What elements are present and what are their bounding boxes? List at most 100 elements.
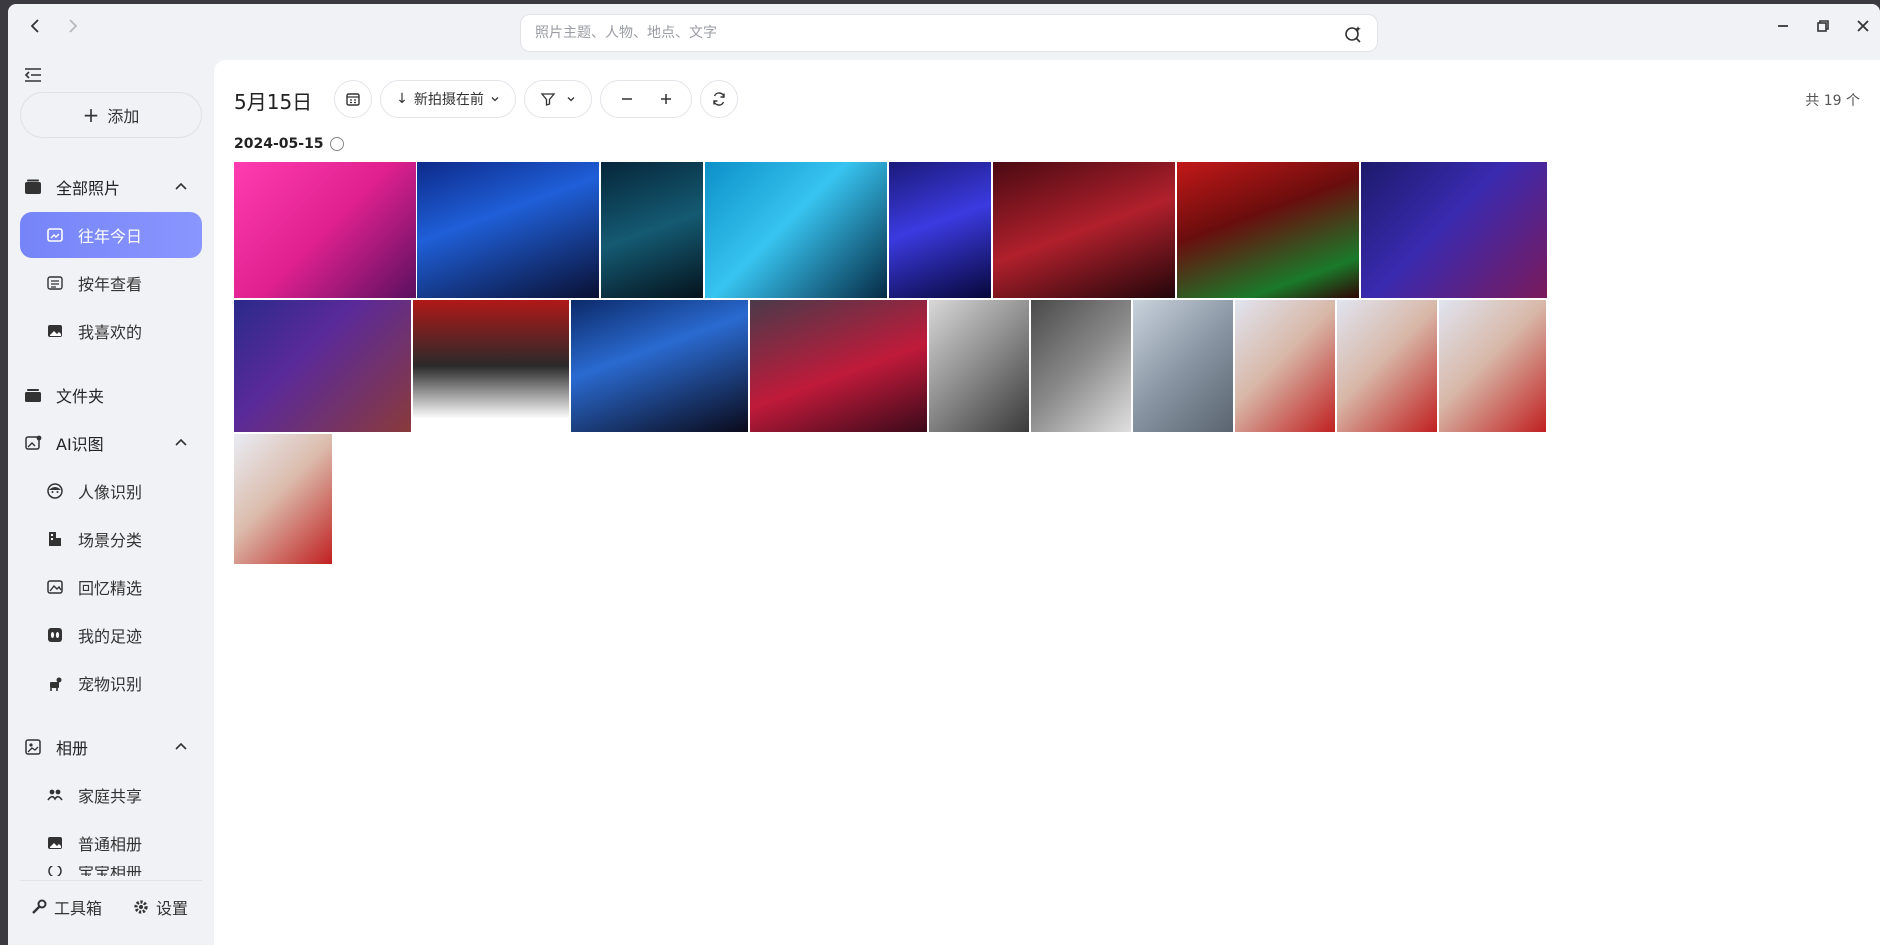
photo-thumbnail-concert-purple-singer[interactable] [889, 162, 991, 298]
chevron-right-icon [69, 19, 78, 33]
photo-thumbnail-led-birthday-sign[interactable] [1361, 162, 1547, 298]
zoom-in-icon[interactable] [658, 91, 674, 107]
photo-thumbnail-dinner-plates[interactable] [929, 300, 1029, 432]
restore-icon [1817, 20, 1829, 32]
sidebar-bottom-tools: 工具箱 设置 [8, 882, 214, 932]
sidebar-group-all-photos[interactable]: 全部照片 [22, 164, 204, 210]
memories-label: 回忆精选 [78, 579, 143, 598]
zoom-control [600, 80, 692, 118]
sidebar-item-on-this-day[interactable]: 往年今日 [20, 212, 202, 258]
photo-thumbnail-concert-pink-stage[interactable] [234, 162, 416, 298]
image-icon [44, 832, 66, 854]
photo-thumbnail-concert-red-banner[interactable] [1177, 162, 1359, 298]
calendar-photo-icon [44, 224, 66, 246]
sidebar-divider [20, 880, 202, 881]
chevron-up-icon [175, 182, 187, 190]
albums-group-label: 相册 [56, 739, 89, 758]
on-this-day-label: 往年今日 [78, 227, 143, 246]
wrench-icon [32, 899, 47, 914]
pets-label: 宠物识别 [78, 675, 143, 694]
filter-icon [540, 93, 556, 106]
close-icon [1857, 20, 1869, 32]
photo-thumbnail-concert-red-lights[interactable] [993, 162, 1175, 298]
photo-thumbnail-child-laughing-2[interactable] [1337, 300, 1437, 432]
sidebar-collapse-icon[interactable] [22, 64, 44, 86]
photo-thumbnail-child-laughing-3[interactable] [1439, 300, 1546, 432]
forward-button[interactable] [58, 12, 86, 40]
ai-image-icon [22, 432, 44, 454]
title-bar: 照片主题、人物、地点、文字 [8, 4, 1880, 60]
filter-dropdown[interactable] [524, 80, 592, 118]
sort-dropdown[interactable]: ↓ 新拍摄在前 [380, 80, 516, 118]
photo-thumbnail-concert-cyan-singer[interactable] [705, 162, 887, 298]
toolbox-label: 工具箱 [54, 899, 103, 918]
toolbox-button[interactable]: 工具箱 [30, 895, 102, 919]
chevron-down-icon [491, 97, 499, 102]
zoom-out-icon[interactable] [619, 91, 635, 107]
face-label: 人像识别 [78, 483, 143, 502]
select-day-checkbox[interactable] [329, 137, 344, 151]
photo-thumbnail-concert-blue-duo[interactable] [417, 162, 599, 298]
photo-thumbnail-concert-blue-beams[interactable] [571, 300, 748, 432]
smart-search-icon[interactable] [1343, 24, 1363, 44]
people-icon [44, 784, 66, 806]
chevron-up-icon [175, 742, 187, 750]
sidebar-item-face[interactable]: 人像识别 [20, 468, 202, 514]
photo-thumbnail-led-birthday-doll[interactable] [234, 300, 411, 432]
refresh-button[interactable] [700, 80, 738, 118]
image-heart-icon [44, 320, 66, 342]
sidebar-item-favorites[interactable]: 我喜欢的 [20, 308, 202, 354]
ai-group-label: AI识图 [56, 435, 104, 454]
building-icon [44, 528, 66, 550]
back-button[interactable] [22, 12, 50, 40]
sidebar-item-normal-album[interactable]: 普通相册 [20, 820, 202, 866]
settings-label: 设置 [156, 899, 189, 918]
photo-thumbnail-stage-photo-print[interactable] [413, 300, 569, 432]
gear-icon [134, 900, 148, 914]
normal-album-label: 普通相册 [78, 835, 143, 854]
sidebar-item-smart-album[interactable]: 宝宝相册 [20, 866, 202, 876]
chevron-up-icon [175, 438, 187, 446]
photo-thumbnail-airplane-window[interactable] [1133, 300, 1233, 432]
baby-icon [44, 866, 66, 876]
sidebar-group-folders[interactable]: 文件夹 [22, 372, 204, 418]
album-icon [22, 736, 44, 758]
restore-button[interactable] [1809, 12, 1837, 40]
close-button[interactable] [1849, 12, 1877, 40]
all-photos-label: 全部照片 [56, 179, 121, 198]
sidebar-item-footprints[interactable]: 我的足迹 [20, 612, 202, 658]
sidebar-item-by-year[interactable]: 按年查看 [20, 260, 202, 306]
photo-thumbnail-dinner-table[interactable] [1031, 300, 1131, 432]
photo-thumbnail-concert-crowd-red[interactable] [750, 300, 927, 432]
by-year-label: 按年查看 [78, 275, 143, 294]
chevron-down-icon [567, 97, 575, 102]
day-group-header: 2024-05-15 [234, 136, 344, 152]
sidebar-group-albums[interactable]: 相册 [22, 724, 204, 770]
photo-thumbnail-child-laughing-1[interactable] [1235, 300, 1335, 432]
photo-count: 共 19 个 [1805, 93, 1860, 109]
folder-icon [22, 384, 44, 406]
search-placeholder: 照片主题、人物、地点、文字 [535, 25, 717, 41]
folders-label: 文件夹 [56, 387, 105, 406]
landscape-icon [44, 576, 66, 598]
footprints-icon [44, 624, 66, 646]
minimize-button[interactable] [1769, 12, 1797, 40]
photo-thumbnail-child-laughing-4[interactable] [234, 434, 332, 564]
add-label: 添加 [107, 107, 140, 126]
photo-thumbnail-concert-dark-duo[interactable] [601, 162, 703, 298]
sidebar-item-pets[interactable]: 宠物识别 [20, 660, 202, 706]
search-input[interactable]: 照片主题、人物、地点、文字 [520, 14, 1378, 52]
add-button[interactable]: + 添加 [20, 92, 202, 138]
settings-button[interactable]: 设置 [132, 895, 188, 919]
photos-app-window: 照片主题、人物、地点、文字 + 添加 全部照片 往年今日 按年查看 我喜欢的 文… [8, 4, 1880, 945]
scene-label: 场景分类 [78, 531, 143, 550]
sidebar-group-ai[interactable]: AI识图 [22, 420, 204, 466]
sidebar-item-scene[interactable]: 场景分类 [20, 516, 202, 562]
favorites-label: 我喜欢的 [78, 323, 143, 342]
smart-album-label: 宝宝相册 [78, 866, 143, 876]
scroll-clip: 宝宝相册 [20, 866, 202, 876]
minimize-icon [1778, 25, 1788, 27]
sidebar-item-memories[interactable]: 回忆精选 [20, 564, 202, 610]
sidebar-item-family-share[interactable]: 家庭共享 [20, 772, 202, 818]
calendar-button[interactable] [334, 80, 372, 118]
